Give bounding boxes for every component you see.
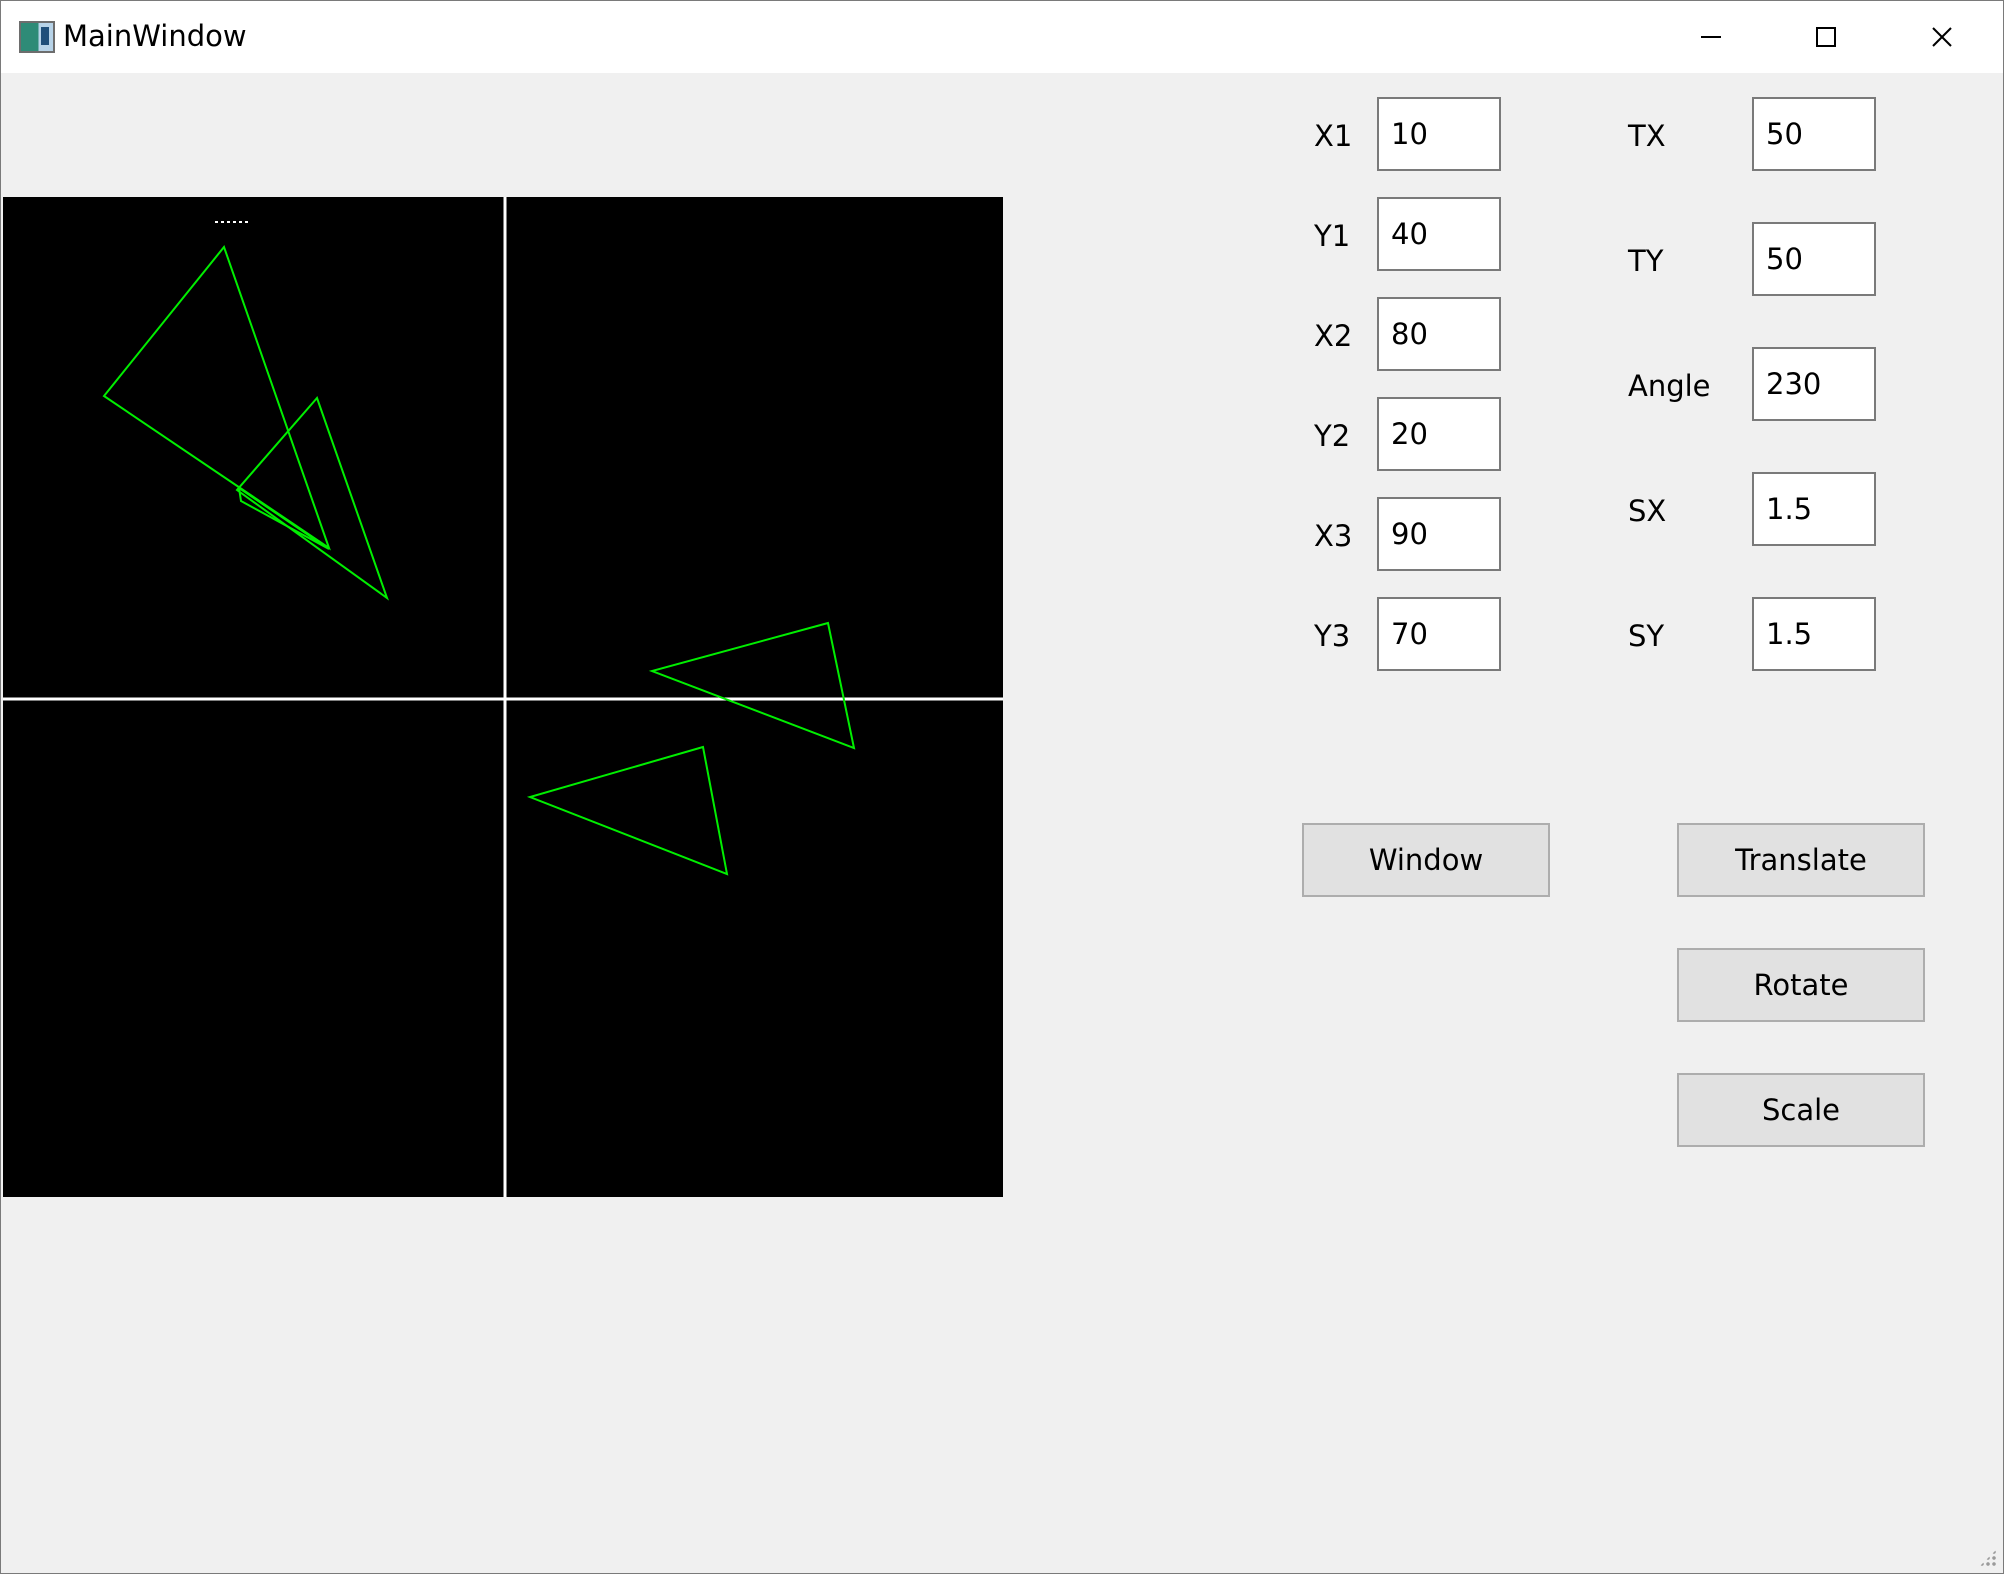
x2-label: X2 (1314, 319, 1353, 353)
scale-button[interactable]: Scale (1677, 1073, 1925, 1147)
close-icon (1932, 27, 1952, 47)
y3-field[interactable] (1377, 597, 1501, 671)
sy-field[interactable] (1752, 597, 1876, 671)
minimize-button[interactable] (1654, 1, 1768, 73)
app-window-icon (19, 21, 55, 53)
angle-label: Angle (1628, 369, 1711, 403)
x3-label: X3 (1314, 519, 1353, 553)
resize-grip-icon[interactable] (1979, 1549, 1997, 1567)
y2-label: Y2 (1314, 419, 1351, 453)
window-button[interactable]: Window (1302, 823, 1550, 897)
sy-label: SY (1628, 619, 1665, 653)
y1-label: Y1 (1314, 219, 1351, 253)
drawing-canvas[interactable] (3, 197, 1003, 1197)
ty-label: TY (1628, 244, 1664, 278)
tx-field[interactable] (1752, 97, 1876, 171)
y1-field[interactable] (1377, 197, 1501, 271)
ty-field[interactable] (1752, 222, 1876, 296)
sx-label: SX (1628, 494, 1667, 528)
x2-field[interactable] (1377, 297, 1501, 371)
y2-field[interactable] (1377, 397, 1501, 471)
rotate-button[interactable]: Rotate (1677, 948, 1925, 1022)
window-title: MainWindow (63, 19, 247, 53)
maximize-icon (1816, 27, 1836, 47)
title-bar[interactable]: MainWindow (1, 1, 2003, 73)
tx-label: TX (1628, 119, 1666, 153)
x1-field[interactable] (1377, 97, 1501, 171)
y3-label: Y3 (1314, 619, 1351, 653)
x1-label: X1 (1314, 119, 1353, 153)
angle-field[interactable] (1752, 347, 1876, 421)
main-window: MainWindow X1 Y1 X2 Y2 X3 Y3 (0, 0, 2004, 1574)
sx-field[interactable] (1752, 472, 1876, 546)
close-button[interactable] (1885, 1, 1999, 73)
x3-field[interactable] (1377, 497, 1501, 571)
minimize-icon (1701, 36, 1721, 38)
maximize-button[interactable] (1769, 1, 1883, 73)
translate-button[interactable]: Translate (1677, 823, 1925, 897)
